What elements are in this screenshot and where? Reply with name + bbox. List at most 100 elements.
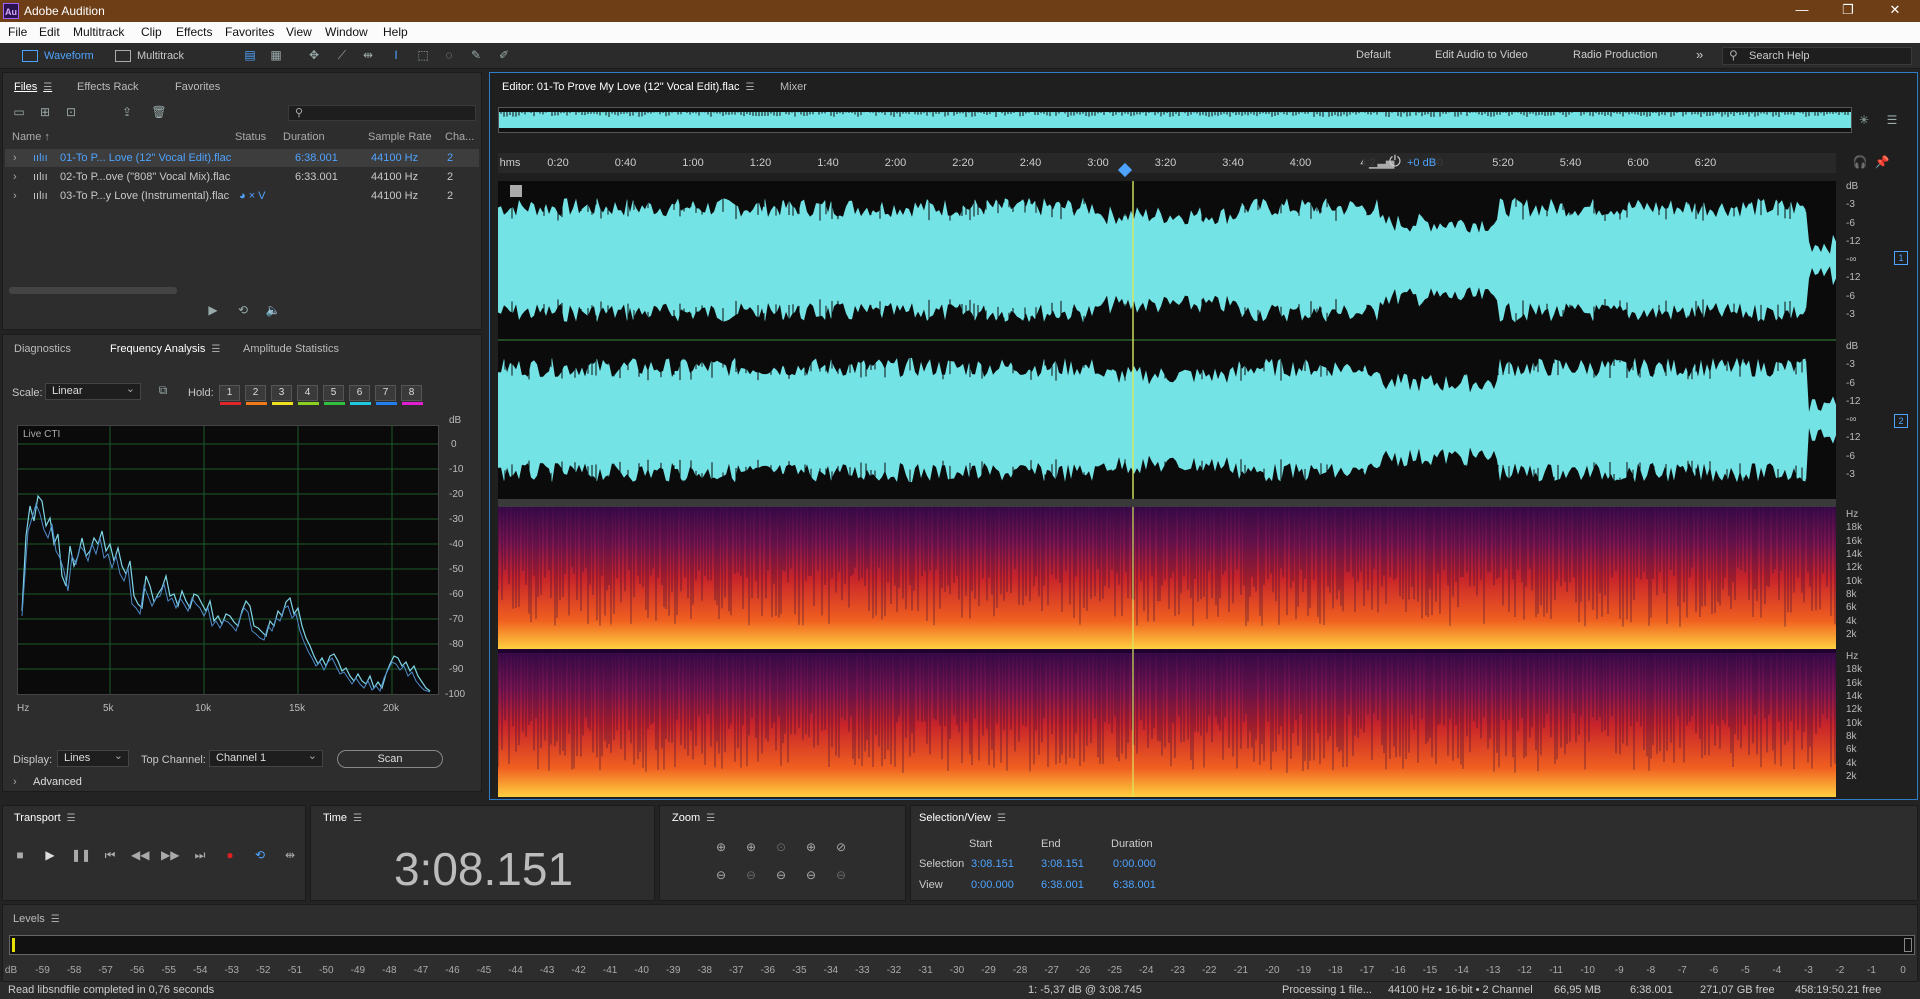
- loop-playback-icon[interactable]: ⟲: [251, 848, 269, 862]
- zoom-in-time-icon[interactable]: ⊕: [742, 840, 760, 854]
- time-ruler[interactable]: hms 0:20 0:40 1:00 1:20 1:40 2:00 2:20 2:40 3:00…: [498, 153, 1836, 173]
- record-icon[interactable]: ●: [221, 848, 239, 862]
- panel-menu-icon[interactable]: ☰: [745, 82, 754, 93]
- zoom-full-icon[interactable]: ⊖: [832, 868, 850, 882]
- play-icon[interactable]: ▶: [41, 848, 59, 862]
- razor-tool-icon[interactable]: ⟋: [334, 48, 350, 62]
- new-file-icon[interactable]: ⊡: [63, 105, 79, 119]
- brush-selection-tool-icon[interactable]: ✎: [468, 48, 484, 62]
- zoom-out-point-icon[interactable]: ⊖: [772, 868, 790, 882]
- editor-options-icon[interactable]: ☰: [1884, 113, 1900, 127]
- frequency-graph[interactable]: Live CTI: [17, 425, 439, 695]
- hud[interactable]: ▁▃▅ ⏻ +0 dB: [1363, 153, 1475, 173]
- workspace-edit-audio-to-video[interactable]: Edit Audio to Video: [1435, 49, 1528, 61]
- waveform-corner-icon[interactable]: [510, 185, 522, 197]
- headphones-icon[interactable]: 🎧: [1852, 155, 1868, 169]
- hold-button-4[interactable]: 4: [297, 385, 319, 405]
- menu-multitrack[interactable]: Multitrack: [73, 25, 124, 39]
- scan-button[interactable]: Scan: [337, 750, 443, 768]
- move-tool-icon[interactable]: ✥: [306, 48, 322, 62]
- files-horizontal-scrollbar[interactable]: [9, 287, 177, 294]
- pin-icon[interactable]: 📌: [1874, 155, 1890, 169]
- file-row[interactable]: › ıılıı 03-To P...y Love (Instrumental).…: [5, 187, 479, 205]
- tab-amplitude-statistics[interactable]: Amplitude Statistics: [243, 343, 339, 355]
- expand-chevron-icon[interactable]: ›: [13, 187, 17, 205]
- overview-navigator[interactable]: [498, 107, 1852, 133]
- menu-favorites[interactable]: Favorites: [225, 25, 274, 39]
- marquee-selection-tool-icon[interactable]: ⬚: [415, 48, 431, 62]
- loop-preview-icon[interactable]: ⟲: [235, 303, 251, 317]
- minimize-button[interactable]: —: [1782, 2, 1822, 17]
- selection-start[interactable]: 3:08.151: [971, 858, 1014, 870]
- time-selection-tool-icon[interactable]: I: [388, 48, 404, 62]
- menu-effects[interactable]: Effects: [176, 25, 212, 39]
- menu-edit[interactable]: Edit: [39, 25, 60, 39]
- display-dropdown[interactable]: Lines: [57, 749, 129, 767]
- multitrack-view-button[interactable]: Multitrack: [111, 47, 184, 65]
- lasso-selection-tool-icon[interactable]: ◌: [441, 48, 457, 62]
- insert-into-multitrack-icon[interactable]: ⇪: [119, 105, 135, 119]
- tab-editor[interactable]: Editor: 01-To Prove My Love (12" Vocal E…: [502, 81, 754, 93]
- panel-menu-icon[interactable]: ☰: [43, 82, 52, 93]
- zoom-to-selection-icon[interactable]: ⊙: [772, 840, 790, 854]
- advanced-chevron-icon[interactable]: ›: [13, 776, 17, 788]
- panel-menu-icon[interactable]: ☰: [353, 813, 362, 824]
- close-button[interactable]: ✕: [1875, 2, 1915, 18]
- column-channels[interactable]: Cha...: [445, 131, 474, 143]
- zoom-in-amplitude-icon[interactable]: ⊕: [712, 840, 730, 854]
- spectral-pitch-display-icon[interactable]: ▦: [268, 48, 284, 62]
- hold-button-5[interactable]: 5: [323, 385, 345, 405]
- panel-menu-icon[interactable]: ☰: [706, 813, 715, 824]
- channel-1-badge[interactable]: 1: [1894, 251, 1908, 265]
- spot-healing-brush-icon[interactable]: ✐: [496, 48, 512, 62]
- workspace-radio-production[interactable]: Radio Production: [1573, 49, 1657, 61]
- scale-dropdown[interactable]: Linear: [45, 382, 141, 400]
- hold-button-6[interactable]: 6: [349, 385, 371, 405]
- level-meter[interactable]: [9, 935, 1915, 955]
- open-file-icon[interactable]: ▭: [11, 105, 27, 119]
- rewind-icon[interactable]: ◀◀: [131, 848, 149, 862]
- view-end[interactable]: 6:38.001: [1041, 879, 1084, 891]
- waveform-view-button[interactable]: Waveform: [18, 47, 94, 65]
- view-duration[interactable]: 6:38.001: [1113, 879, 1156, 891]
- tab-favorites[interactable]: Favorites: [175, 81, 220, 93]
- panel-menu-icon[interactable]: ☰: [997, 813, 1006, 824]
- skip-to-start-icon[interactable]: ⏮: [101, 848, 119, 862]
- panel-menu-icon[interactable]: ☰: [51, 914, 60, 925]
- column-name[interactable]: Name ↑: [12, 131, 50, 143]
- tab-files[interactable]: Files ☰: [14, 81, 52, 93]
- column-status[interactable]: Status: [235, 131, 266, 143]
- selection-end[interactable]: 3:08.151: [1041, 858, 1084, 870]
- clip-indicator[interactable]: [1904, 938, 1912, 952]
- spectral-frequency-display-icon[interactable]: ▤: [242, 48, 258, 62]
- tab-frequency-analysis[interactable]: Frequency Analysis ☰: [110, 343, 220, 355]
- panel-menu-icon[interactable]: ☰: [67, 813, 76, 824]
- files-search-input[interactable]: ⚲: [288, 105, 476, 121]
- play-preview-icon[interactable]: ▶: [205, 303, 221, 317]
- skip-to-end-icon[interactable]: ⏭: [191, 848, 209, 862]
- workspace-overflow-button[interactable]: »: [1696, 47, 1703, 62]
- expand-chevron-icon[interactable]: ›: [13, 149, 17, 167]
- file-row[interactable]: › ıılıı 02-To P...ove ("808" Vocal Mix).…: [5, 168, 479, 186]
- import-file-icon[interactable]: ⊞: [37, 105, 53, 119]
- menu-file[interactable]: File: [8, 25, 27, 39]
- tab-mixer[interactable]: Mixer: [780, 81, 807, 93]
- selection-duration[interactable]: 0:00.000: [1113, 858, 1156, 870]
- hold-button-8[interactable]: 8: [401, 385, 423, 405]
- zoom-in-point-icon[interactable]: ⊕: [802, 840, 820, 854]
- workspace-default[interactable]: Default: [1356, 49, 1391, 61]
- tab-effects-rack[interactable]: Effects Rack: [77, 81, 139, 93]
- menu-help[interactable]: Help: [383, 25, 408, 39]
- delete-icon[interactable]: 🗑: [151, 105, 167, 119]
- column-duration[interactable]: Duration: [283, 131, 325, 143]
- hold-button-1[interactable]: 1: [219, 385, 241, 405]
- top-channel-dropdown[interactable]: Channel 1: [209, 749, 323, 767]
- pause-icon[interactable]: ❚❚: [71, 848, 91, 862]
- view-start[interactable]: 0:00.000: [971, 879, 1014, 891]
- panel-menu-icon[interactable]: ☰: [211, 344, 220, 355]
- zoom-to-selection-icon[interactable]: ✳: [1856, 113, 1872, 127]
- file-row[interactable]: › ıılıı 01-To P... Love (12" Vocal Edit)…: [5, 149, 479, 167]
- zoom-out-full-icon[interactable]: ⊖: [802, 868, 820, 882]
- zoom-out-time-icon[interactable]: ⊖: [742, 868, 760, 882]
- autoplay-icon[interactable]: 🔈: [265, 303, 281, 317]
